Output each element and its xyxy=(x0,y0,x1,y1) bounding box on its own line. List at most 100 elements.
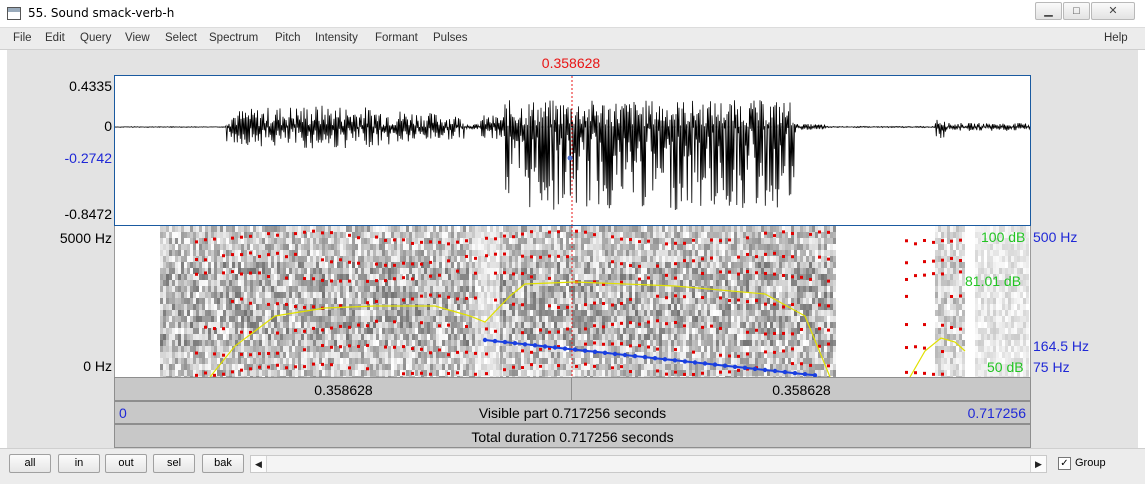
spectrogram-cell xyxy=(608,274,611,280)
menu-select[interactable]: Select xyxy=(165,32,197,44)
spectrogram-cell xyxy=(301,340,304,346)
spectrogram-cell xyxy=(163,226,166,232)
spectrogram-cell xyxy=(710,340,713,346)
spectrogram-cell xyxy=(695,232,698,238)
spectrogram-cell xyxy=(656,268,659,274)
spectrogram-cell xyxy=(457,340,460,346)
spectrogram-cell xyxy=(268,310,271,316)
menu-edit[interactable]: Edit xyxy=(45,32,65,44)
spectrogram-cell xyxy=(418,250,421,256)
spectrogram-cell xyxy=(490,292,493,298)
spectrogram-cell xyxy=(286,346,289,352)
spectrogram-cell xyxy=(307,334,310,340)
spectrogram-panel[interactable] xyxy=(114,226,1031,377)
spectrogram-cell xyxy=(169,238,172,244)
spectrogram-cell xyxy=(334,262,337,268)
spectrogram-cell xyxy=(611,250,614,256)
spectrogram-cell xyxy=(418,286,421,292)
maximize-button[interactable]: □ xyxy=(1063,2,1090,20)
spectrogram-cell xyxy=(439,340,442,346)
close-button[interactable]: ✕ xyxy=(1091,2,1135,20)
spectrogram-cell xyxy=(698,364,701,370)
minimize-button[interactable]: ▁ xyxy=(1035,2,1062,20)
spectrogram-cell xyxy=(289,316,292,322)
spectrogram-cell xyxy=(235,262,238,268)
menu-pulses[interactable]: Pulses xyxy=(433,32,468,44)
menu-file[interactable]: File xyxy=(13,32,32,44)
spectrogram-cell xyxy=(644,292,647,298)
spectrogram-cell xyxy=(346,310,349,316)
spectrogram-cell xyxy=(160,286,163,292)
spectrogram-cell xyxy=(554,262,557,268)
spectrogram-cell xyxy=(725,322,728,328)
spectrogram-cell xyxy=(533,370,536,376)
menu-formant[interactable]: Formant xyxy=(375,32,418,44)
spectrogram-cell xyxy=(487,304,490,310)
spectrogram-cell xyxy=(524,292,527,298)
spectrogram-cell xyxy=(247,322,250,328)
spectrogram-cell xyxy=(274,274,277,280)
menu-help[interactable]: Help xyxy=(1104,32,1128,44)
spectrogram-cell xyxy=(403,328,406,334)
spectrogram-cell xyxy=(274,238,277,244)
spectrogram-cell xyxy=(343,322,346,328)
spectrogram-cell xyxy=(325,364,328,370)
spectrogram-cell xyxy=(433,274,436,280)
menu-spectrum[interactable]: Spectrum xyxy=(209,32,258,44)
spectrogram-cell xyxy=(253,244,256,250)
waveform-panel[interactable] xyxy=(114,75,1031,226)
menu-pitch[interactable]: Pitch xyxy=(275,32,301,44)
spectrogram-cell xyxy=(641,358,644,364)
spectrogram-cell xyxy=(454,310,457,316)
spectrogram-cell xyxy=(199,262,202,268)
spectrogram-cell xyxy=(560,292,563,298)
spectrogram-cell xyxy=(575,316,578,322)
spectrogram-cell xyxy=(641,244,644,250)
spectrogram-cell xyxy=(316,262,319,268)
spectrogram-cell xyxy=(190,262,193,268)
spectrogram-cell xyxy=(581,358,584,364)
spectrogram-cell xyxy=(551,274,554,280)
menu-intensity[interactable]: Intensity xyxy=(315,32,358,44)
spectrogram-cell xyxy=(608,334,611,340)
spectrogram-cell xyxy=(653,274,656,280)
spectrogram-cell xyxy=(424,298,427,304)
spectrogram-cell xyxy=(563,238,566,244)
spectrogram-cell xyxy=(596,226,599,232)
spectrogram-cell xyxy=(728,244,731,250)
spectrogram-cell xyxy=(475,322,478,328)
spectrogram-cell xyxy=(587,256,590,262)
spectrogram-cell xyxy=(409,250,412,256)
spectrogram-cell xyxy=(593,358,596,364)
spectrogram-cell xyxy=(268,226,271,232)
spectrogram-cell xyxy=(385,268,388,274)
spectrogram-cell xyxy=(379,352,382,358)
spectrogram-cell xyxy=(557,292,560,298)
spectrogram-cell xyxy=(382,250,385,256)
spectrogram-cell xyxy=(566,310,569,316)
spectrogram-cell xyxy=(403,364,406,370)
spectrogram-cell xyxy=(608,340,611,346)
spectrogram-cell xyxy=(184,358,187,364)
spectrogram-cell xyxy=(184,268,187,274)
spectrogram-cell xyxy=(169,256,172,262)
spectrogram-cell xyxy=(187,358,190,364)
spectrogram-cell xyxy=(707,256,710,262)
spectrogram-cell xyxy=(253,262,256,268)
menu-query[interactable]: Query xyxy=(80,32,111,44)
spectrogram-cell xyxy=(325,316,328,322)
spectrogram-cell xyxy=(626,322,629,328)
spectrogram-cell xyxy=(493,292,496,298)
spectrogram-cell xyxy=(244,262,247,268)
spectrogram-cell xyxy=(445,286,448,292)
spectrogram-cell xyxy=(208,226,211,232)
spectrogram-cell xyxy=(611,328,614,334)
spectrogram-cell xyxy=(436,268,439,274)
spectrogram-cell xyxy=(617,310,620,316)
spectrogram-cell xyxy=(587,352,590,358)
spectrogram-cell xyxy=(421,310,424,316)
spectrogram-cell xyxy=(668,238,671,244)
spectrogram-cell xyxy=(578,262,581,268)
menu-view[interactable]: View xyxy=(125,32,150,44)
spectrogram-cell xyxy=(217,256,220,262)
